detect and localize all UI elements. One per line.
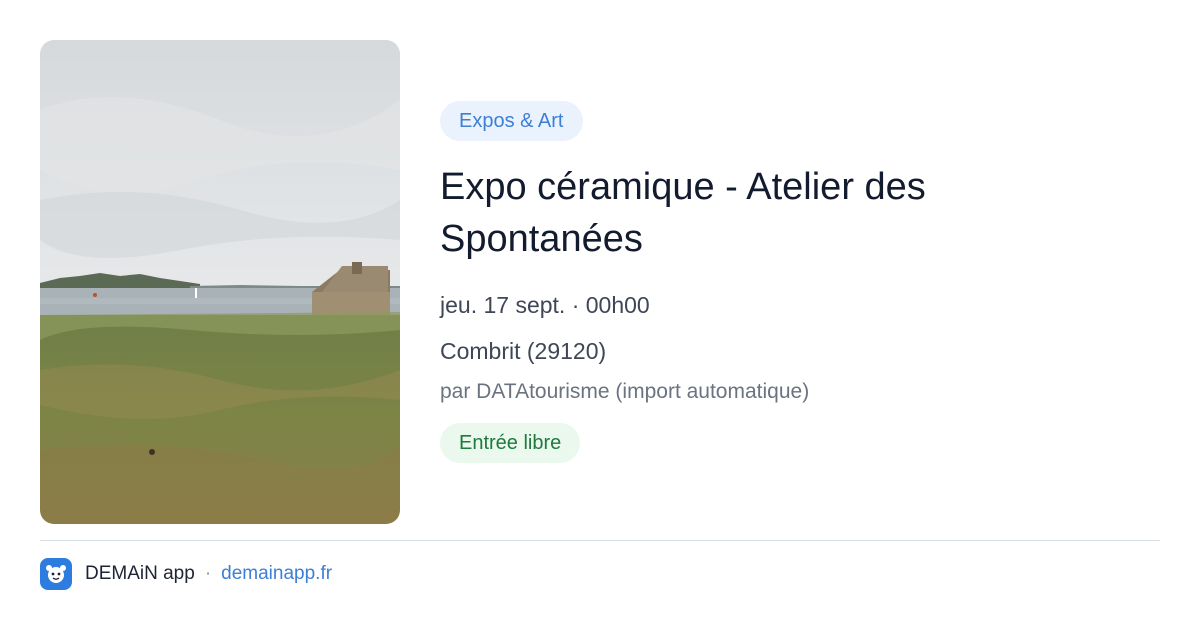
footer-divider [40, 540, 1160, 541]
footer-separator: · [204, 563, 212, 584]
event-details: Expos & Art Expo céramique - Atelier des… [440, 101, 1160, 463]
footer: DEMAiN app · demainapp.fr [40, 558, 332, 590]
event-photo [40, 40, 400, 524]
app-website-link[interactable]: demainapp.fr [221, 563, 332, 585]
event-location: Combrit (29120) [440, 338, 607, 364]
event-datetime: jeu. 17 sept. · 00h00 [440, 292, 650, 318]
event-title: Expo céramique - Atelier des Spontanées [440, 166, 926, 260]
demain-app-icon [40, 558, 72, 590]
price-badge: Entrée libre [440, 423, 581, 463]
app-name: DEMAiN app [85, 563, 195, 584]
event-organizer: par DATAtourisme (import automatique) [440, 380, 810, 403]
category-badge[interactable]: Expos & Art [440, 101, 583, 141]
